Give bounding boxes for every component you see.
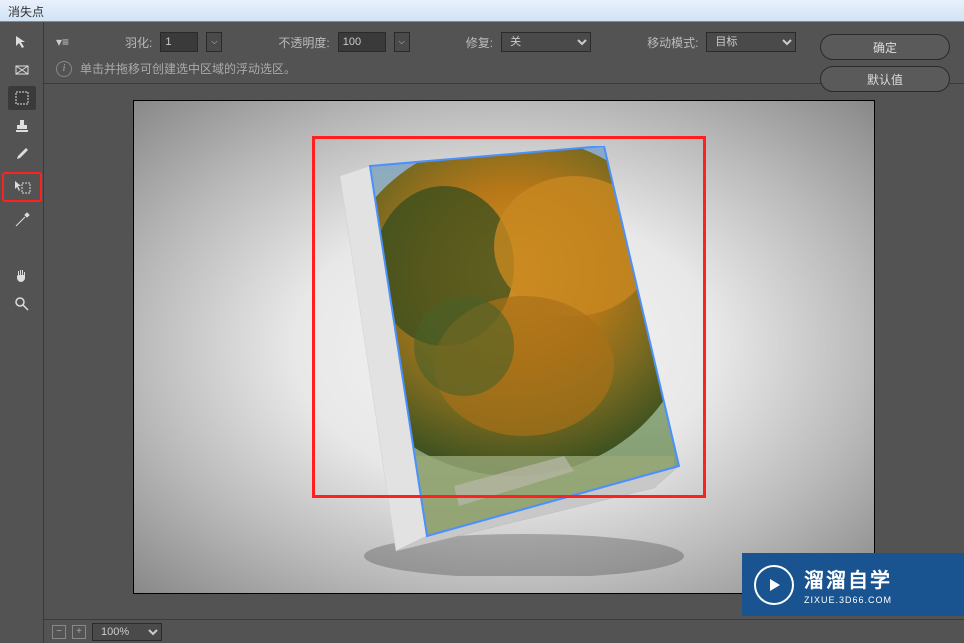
- default-button[interactable]: 默认值: [820, 66, 950, 92]
- zoom-in-button[interactable]: +: [72, 625, 86, 639]
- window-title: 消失点: [8, 5, 44, 19]
- info-icon: i: [56, 61, 72, 77]
- canvas-area: 溜溜自学 ZIXUE.3D66.COM: [44, 84, 964, 619]
- opacity-label: 不透明度:: [278, 34, 329, 51]
- box-3d-shape: [314, 146, 684, 576]
- zoom-select[interactable]: 100%: [92, 623, 162, 641]
- bottom-bar: − + 100%: [44, 619, 964, 643]
- transform-tool[interactable]: [8, 175, 36, 199]
- content-area: ▾≡ 羽化: ⌵ 不透明度: ⌵ 修复: 关 移动模式: 目标: [44, 22, 964, 643]
- dialog-buttons: 确定 默认值: [820, 34, 950, 92]
- transform-tool-highlight: [2, 172, 42, 202]
- hand-tool[interactable]: [8, 264, 36, 288]
- info-hint: 单击并拖移可创建选中区域的浮动选区。: [80, 60, 296, 77]
- zoom-out-button[interactable]: −: [52, 625, 66, 639]
- play-icon: [754, 565, 794, 605]
- ok-button[interactable]: 确定: [820, 34, 950, 60]
- opacity-input[interactable]: [338, 32, 386, 52]
- feather-input[interactable]: [160, 32, 198, 52]
- heal-label: 修复:: [466, 34, 493, 51]
- move-label: 移动模式:: [647, 34, 698, 51]
- watermark-main: 溜溜自学: [804, 564, 892, 593]
- heal-select[interactable]: 关: [501, 32, 591, 52]
- eyedropper-tool[interactable]: [8, 208, 36, 232]
- info-row: i 单击并拖移可创建选中区域的浮动选区。: [56, 60, 952, 77]
- stamp-tool[interactable]: [8, 114, 36, 138]
- main-container: ▾≡ 羽化: ⌵ 不透明度: ⌵ 修复: 关 移动模式: 目标: [0, 22, 964, 643]
- zoom-tool[interactable]: [8, 292, 36, 316]
- tool-palette: [0, 22, 44, 643]
- feather-dropdown[interactable]: ⌵: [206, 32, 222, 52]
- menu-icon[interactable]: ▾≡: [56, 35, 69, 49]
- create-plane-tool[interactable]: [8, 58, 36, 82]
- feather-label: 羽化:: [125, 34, 152, 51]
- canvas[interactable]: [133, 100, 875, 594]
- watermark-sub: ZIXUE.3D66.COM: [804, 595, 892, 605]
- watermark: 溜溜自学 ZIXUE.3D66.COM: [742, 553, 964, 616]
- titlebar: 消失点: [0, 0, 964, 22]
- opacity-dropdown[interactable]: ⌵: [394, 32, 410, 52]
- move-select[interactable]: 目标: [706, 32, 796, 52]
- marquee-tool[interactable]: [8, 86, 36, 110]
- edit-plane-tool[interactable]: [8, 30, 36, 54]
- brush-tool[interactable]: [8, 142, 36, 166]
